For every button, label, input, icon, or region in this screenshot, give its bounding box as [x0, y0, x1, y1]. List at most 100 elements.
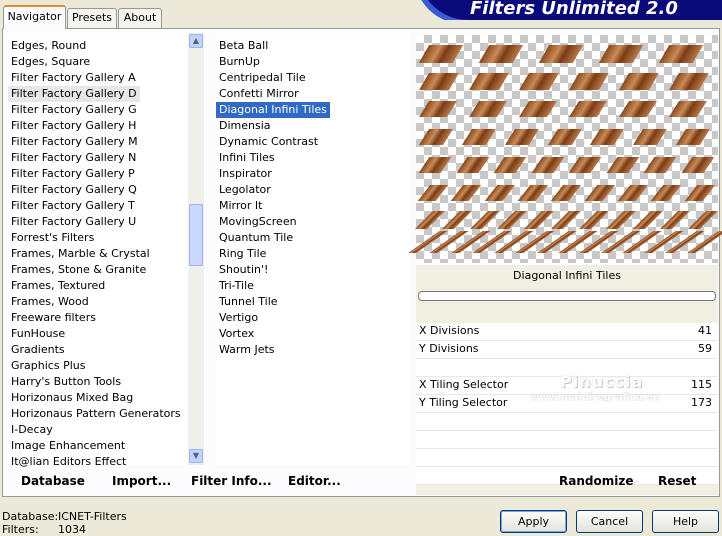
preview-tile [531, 157, 564, 173]
param-row-x-divisions[interactable]: X Divisions 41 [416, 323, 718, 341]
filter-item[interactable]: Legolator [216, 182, 274, 198]
param-row-empty [416, 449, 718, 467]
filter-item[interactable]: Tunnel Tile [216, 294, 281, 310]
param-value[interactable]: 59 [698, 342, 712, 355]
category-item[interactable]: Filter Factory Gallery M [8, 134, 141, 150]
filter-item[interactable]: Inspirator [216, 166, 275, 182]
category-list[interactable]: Edges, Round Edges, Square Filter Factory … [8, 33, 190, 468]
preview-tile [658, 45, 704, 63]
scroll-thumb[interactable] [189, 204, 203, 266]
category-item[interactable]: Frames, Wood [8, 294, 92, 310]
scroll-down-button[interactable]: ▼ [189, 449, 203, 463]
preview-tile [578, 211, 609, 229]
category-item[interactable]: Filter Factory Gallery H [8, 118, 139, 134]
apply-button[interactable]: Apply [500, 510, 567, 533]
preview-tile [598, 45, 644, 63]
tab-about-label: About [123, 11, 157, 24]
preview-tile [606, 157, 639, 173]
preview-tile [524, 211, 555, 229]
preview-tile [415, 211, 445, 229]
filter-item[interactable]: Ring Tile [216, 246, 269, 262]
preview-tile [669, 73, 709, 90]
database-button[interactable]: Database [21, 474, 85, 488]
category-item[interactable]: Harry's Button Tools [8, 374, 124, 390]
reset-button[interactable]: Reset [658, 474, 696, 488]
category-item[interactable]: Filter Factory Gallery D [8, 86, 140, 102]
category-item[interactable]: Frames, Textured [8, 278, 108, 294]
filter-item[interactable]: Dynamic Contrast [216, 134, 321, 150]
preview-tile [519, 73, 559, 90]
filter-list[interactable]: Beta Ball BurnUp Centripedal Tile Confetti … [216, 33, 409, 465]
preview-tile [484, 185, 515, 201]
filter-item[interactable]: Shoutin'! [216, 262, 271, 278]
filter-item[interactable]: Vortex [216, 326, 257, 342]
category-item[interactable]: Image Enhancement [8, 438, 128, 454]
filter-item[interactable]: MovingScreen [216, 214, 300, 230]
category-item[interactable]: Frames, Stone & Granite [8, 262, 149, 278]
category-item[interactable]: Graphics Plus [8, 358, 88, 374]
preview-tile [590, 129, 625, 145]
preview-tile [417, 185, 449, 201]
cancel-button[interactable]: Cancel [576, 510, 643, 533]
preview-tile [469, 211, 500, 229]
status-database-value: ICNET-Filters [58, 510, 127, 523]
param-value[interactable]: 115 [691, 378, 712, 391]
category-item[interactable]: Forrest's Filters [8, 230, 97, 246]
filter-item[interactable]: Mirror It [216, 198, 265, 214]
filter-item[interactable]: Warm Jets [216, 342, 278, 358]
category-item[interactable]: Freeware filters [8, 310, 99, 326]
category-item[interactable]: Filter Factory Gallery A [8, 70, 139, 86]
preview-tile [619, 73, 659, 90]
filter-item[interactable]: Quantum Tile [216, 230, 296, 246]
filter-item[interactable]: Tri-Tile [216, 278, 257, 294]
category-item[interactable]: Filter Factory Gallery Q [8, 182, 140, 198]
param-row-y-divisions[interactable]: Y Divisions 59 [416, 341, 718, 359]
filter-item[interactable]: Diagonal Infini Tiles [216, 102, 330, 118]
randomize-button[interactable]: Randomize [559, 474, 633, 488]
category-item[interactable]: Frames, Marble & Crystal [8, 246, 153, 262]
param-value[interactable]: 173 [691, 396, 712, 409]
filter-item[interactable]: Infini Tiles [216, 150, 278, 166]
preview-tile [568, 157, 602, 173]
category-item[interactable]: Gradients [8, 342, 68, 358]
tab-presets[interactable]: Presets [67, 8, 117, 28]
category-item[interactable]: Filter Factory Gallery P [8, 166, 138, 182]
filter-item[interactable]: Confetti Mirror [216, 86, 302, 102]
category-item[interactable]: Filter Factory Gallery G [8, 102, 140, 118]
preview-tile [456, 157, 489, 173]
filter-item[interactable]: Dimensia [216, 118, 274, 134]
category-item[interactable]: Horizonaus Pattern Generators [8, 406, 184, 422]
preview-tile [517, 185, 549, 201]
import-button[interactable]: Import... [112, 474, 171, 488]
preview-tile [519, 101, 557, 117]
editor-button[interactable]: Editor... [288, 474, 341, 488]
param-label: X Divisions [419, 324, 480, 337]
category-item[interactable]: Filter Factory Gallery T [8, 198, 138, 214]
category-scrollbar[interactable]: ▲ ▼ [188, 33, 204, 465]
filter-info-button[interactable]: Filter Info... [191, 474, 272, 488]
category-item[interactable]: FunHouse [8, 326, 68, 342]
filter-item[interactable]: Beta Ball [216, 38, 271, 54]
param-value[interactable]: 41 [698, 324, 712, 337]
title-banner: Filters Unlimited 2.0 [418, 0, 722, 20]
preview-tile [633, 211, 664, 229]
help-button[interactable]: Help [652, 510, 719, 533]
category-item[interactable]: Filter Factory Gallery U [8, 214, 139, 230]
scroll-up-button[interactable]: ▲ [189, 34, 203, 48]
filter-item[interactable]: Vertigo [216, 310, 261, 326]
param-label: Y Tiling Selector [419, 396, 508, 409]
param-label: Y Divisions [419, 342, 479, 355]
category-item[interactable]: I-Decay [8, 422, 56, 438]
tab-about[interactable]: About [118, 8, 162, 28]
filter-item[interactable]: BurnUp [216, 54, 263, 70]
category-item[interactable]: Edges, Round [8, 38, 89, 54]
progress-bar [418, 291, 716, 301]
category-item[interactable]: Edges, Square [8, 54, 93, 70]
category-item[interactable]: Horizonaus Mixed Bag [8, 390, 136, 406]
filter-item[interactable]: Centripedal Tile [216, 70, 309, 86]
category-item[interactable]: Filter Factory Gallery N [8, 150, 139, 166]
category-item[interactable]: It@lian Editors Effect [8, 454, 129, 470]
tab-navigator[interactable]: Navigator [3, 5, 66, 29]
preview-tile [419, 129, 453, 145]
preview-tile [538, 45, 584, 63]
